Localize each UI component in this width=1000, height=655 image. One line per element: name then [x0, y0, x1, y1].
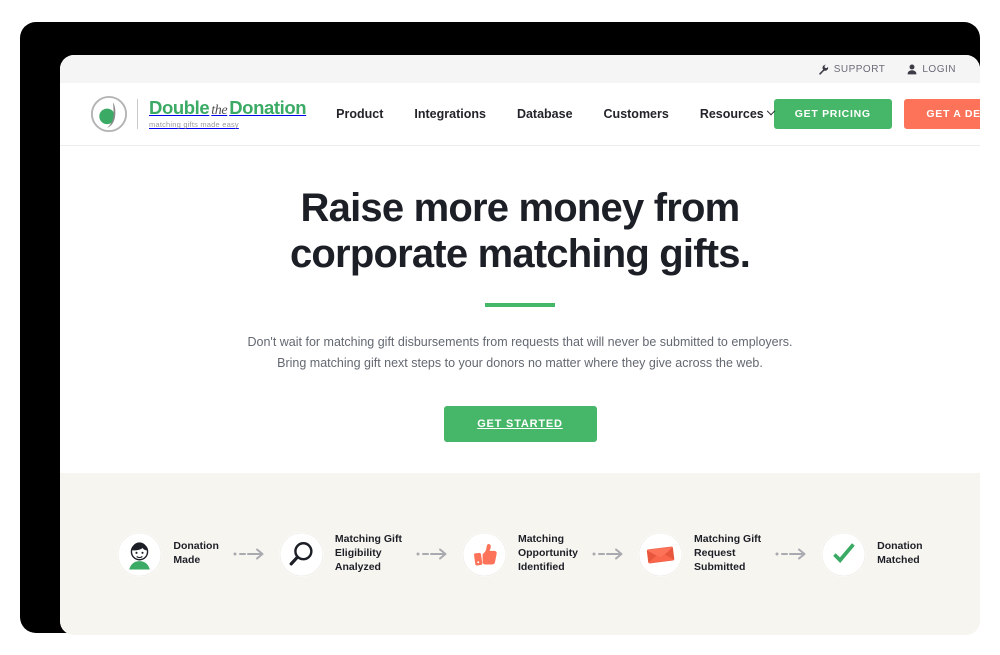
hero-section: Raise more money from corporate matching…	[60, 146, 980, 473]
nav-item-customers-label: Customers	[603, 107, 669, 121]
green-check-icon	[821, 531, 867, 577]
get-started-button[interactable]: GET STARTED	[443, 406, 597, 443]
main-navigation-bar: Double the Donation matching gifts made ea…	[60, 83, 980, 146]
support-link[interactable]: SUPPORT	[818, 64, 886, 75]
user-icon	[907, 63, 917, 75]
hero-divider-rule	[485, 303, 555, 308]
nav-item-integrations-label: Integrations	[414, 107, 486, 121]
login-label: LOGIN	[922, 63, 956, 75]
nav-item-resources[interactable]: Resources	[699, 106, 776, 121]
step-donation-matched-label: Donation Matched	[877, 540, 923, 566]
nav-item-database[interactable]: Database	[517, 107, 573, 121]
step-request-submitted-label: Matching Gift Request Submitted	[694, 533, 762, 573]
hero-title: Raise more money from corporate matching…	[289, 186, 751, 277]
step-donation-made: Donation Made	[117, 531, 219, 577]
nav-item-product[interactable]: Product	[336, 107, 383, 121]
get-a-demo-button[interactable]: GET A DEMO	[903, 99, 980, 129]
dashed-arrow-icon	[233, 547, 265, 561]
nav-item-integrations[interactable]: Integrations	[414, 107, 486, 121]
step-request-submitted: Matching Gift Request Submitted	[638, 531, 762, 577]
envelope-icon	[638, 531, 684, 577]
step-donation-made-label: Donation Made	[173, 540, 219, 566]
nav-item-database-label: Database	[516, 107, 573, 121]
step-eligibility-analyzed: Matching Gift Eligibility Analyzed	[278, 531, 402, 577]
dashed-arrow-icon	[775, 547, 807, 561]
nav-item-resources-label: Resources	[699, 107, 764, 121]
dashed-arrow-icon	[592, 547, 624, 561]
site-logo[interactable]: Double the Donation matching gifts made ea…	[90, 95, 307, 133]
nav-item-customers[interactable]: Customers	[604, 107, 669, 121]
double-the-donation-logo-icon	[90, 95, 128, 133]
hero-subtitle-line2: Bring matching gift next steps to your d…	[277, 355, 763, 370]
nav-item-product-label: Product	[336, 107, 384, 121]
hero-title-line2: corporate matching gifts.	[289, 231, 751, 276]
utility-bar: SUPPORT LOGIN	[60, 55, 980, 83]
logo-title: Double the Donation	[149, 97, 307, 119]
support-label: SUPPORT	[833, 63, 886, 75]
step-eligibility-analyzed-label: Matching Gift Eligibility Analyzed	[334, 533, 402, 573]
hero-subtitle: Don't wait for matching gift disbursemen…	[248, 332, 793, 373]
dashed-arrow-icon	[416, 547, 448, 561]
magnifying-glass-icon	[278, 531, 324, 577]
wrench-icon	[818, 64, 829, 75]
step-opportunity-identified-label: Matching Opportunity Identified	[517, 533, 579, 573]
browser-window: SUPPORT LOGIN Double the Donation matchi…	[60, 55, 980, 635]
logo-text: Double the Donation matching gifts made ea…	[147, 97, 307, 130]
get-pricing-button[interactable]: GET PRICING	[773, 99, 892, 129]
hero-subtitle-line1: Don't wait for matching gift disbursemen…	[247, 335, 793, 350]
thumbs-up-icon	[461, 531, 507, 577]
login-link[interactable]: LOGIN	[907, 64, 956, 75]
logo-divider	[137, 99, 138, 129]
hero-title-line1: Raise more money from	[300, 186, 741, 230]
donor-avatar-icon	[117, 531, 163, 577]
nav-links: Product Integrations Database Customers …	[336, 106, 776, 121]
step-donation-matched: Donation Matched	[821, 531, 923, 577]
logo-tagline: matching gifts made easy	[149, 120, 239, 130]
device-frame: SUPPORT LOGIN Double the Donation matchi…	[20, 22, 980, 635]
step-opportunity-identified: Matching Opportunity Identified	[461, 531, 579, 577]
nav-cta-group: GET PRICING GET A DEMO	[773, 99, 980, 129]
process-steps-strip: Donation Made Matching Gift Eligibility …	[60, 473, 980, 635]
